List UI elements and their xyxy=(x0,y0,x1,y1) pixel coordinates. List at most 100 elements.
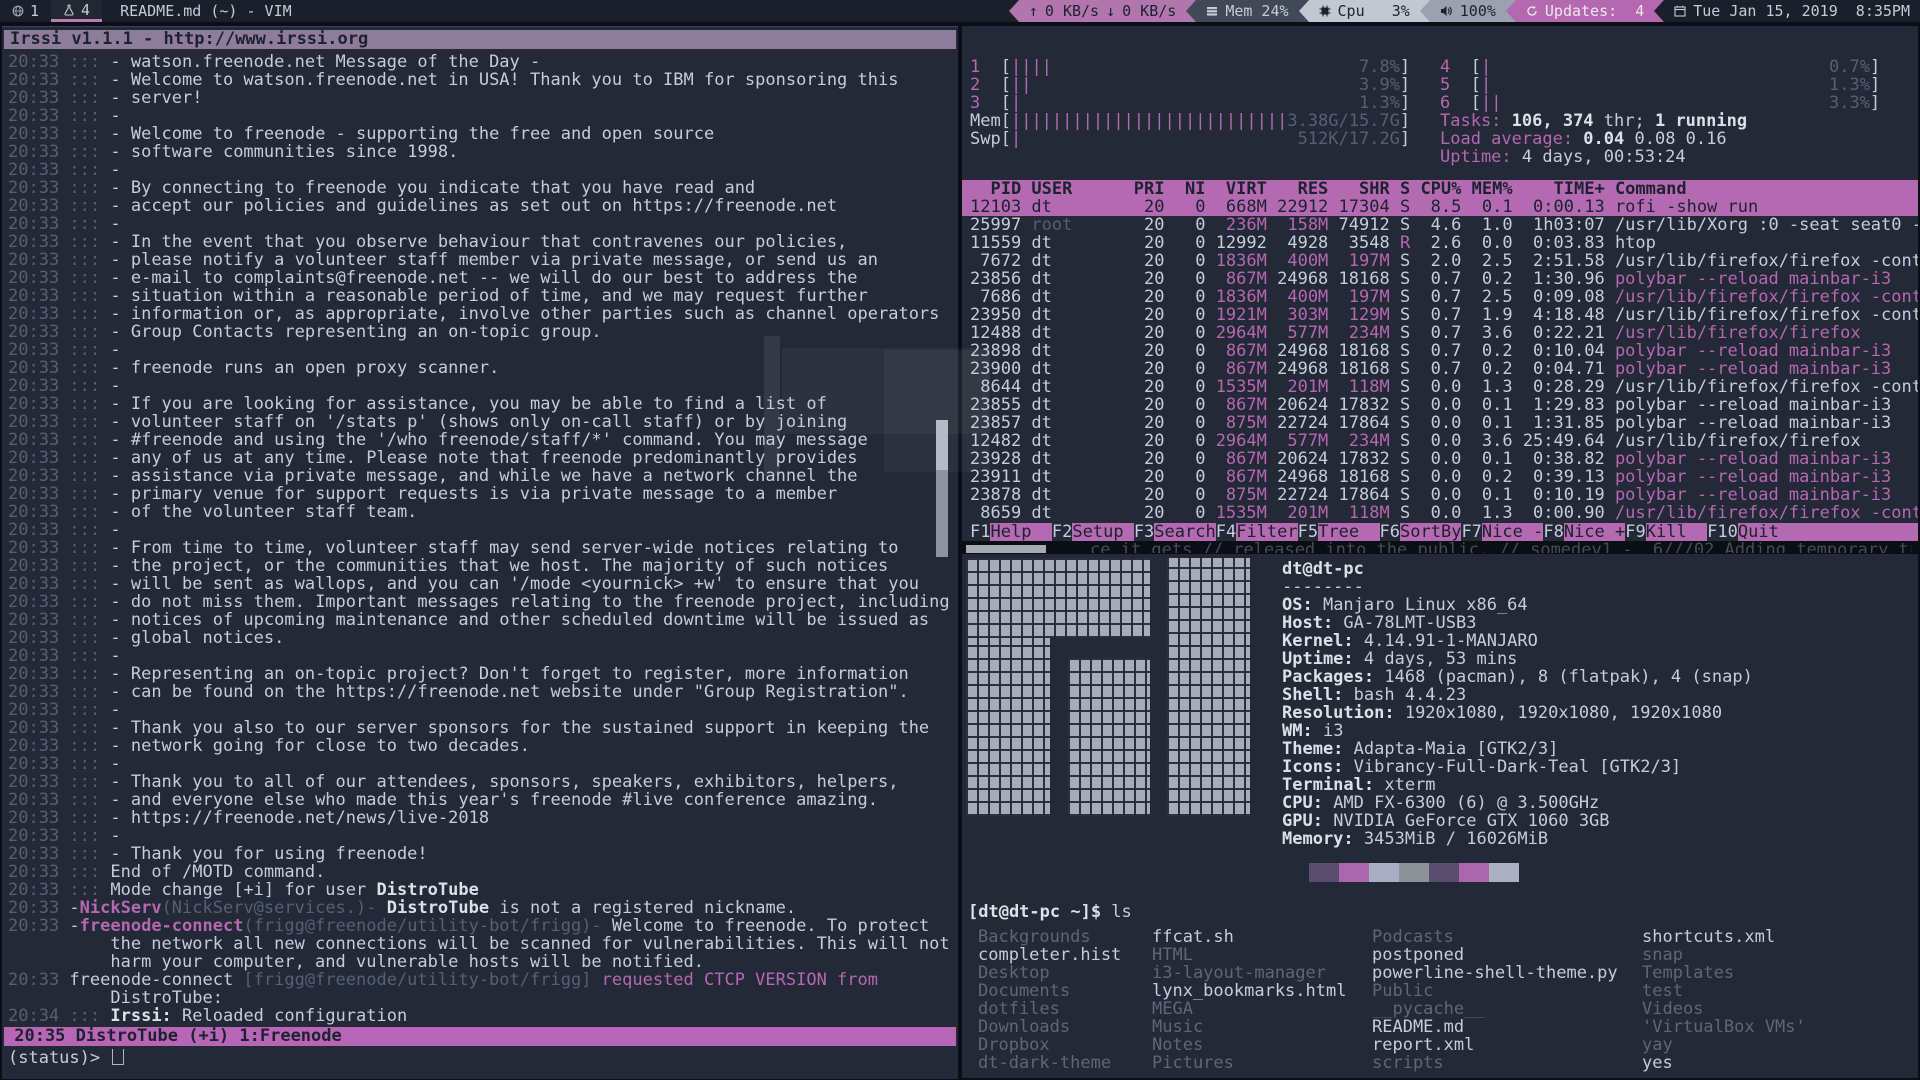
process-row[interactable]: 7686 dt 20 0 1836M 400M 197M S 0.7 2.5 0… xyxy=(962,288,1918,306)
shell-command: ls xyxy=(1101,903,1132,921)
process-row[interactable]: 8659 dt 20 0 1535M 201M 118M S 0.0 1.3 0… xyxy=(962,504,1918,522)
irc-line: 20:33 ::: - Thank you also to our server… xyxy=(8,719,954,737)
cpu-chip-icon xyxy=(1319,5,1331,17)
updates-count: Updates: 4 xyxy=(1545,2,1644,20)
irc-line: 20:33 freenode-connect [frigg@freenode/u… xyxy=(8,971,954,989)
palette-swatch xyxy=(1459,863,1489,882)
ls-entry-directory: dt-dark-theme xyxy=(978,1054,1121,1072)
irc-line: 20:33 ::: - If you are looking for assis… xyxy=(8,395,954,413)
neofetch-info-line: Shell: bash 4.4.23 xyxy=(1282,686,1753,704)
process-row[interactable]: 23857 dt 20 0 875M 22724 17864 S 0.0 0.1… xyxy=(962,414,1918,432)
ls-entry-directory: HTML xyxy=(1152,946,1346,964)
neofetch-terminal[interactable]: dt@dt-pc--------OS: Manjaro Linux x86_64… xyxy=(962,554,1918,1078)
fkey-nice-[interactable]: Nice + xyxy=(1564,523,1625,541)
process-row[interactable]: 7672 dt 20 0 1836M 400M 197M S 2.0 2.5 2… xyxy=(962,252,1918,270)
neofetch-info-line: Uptime: 4 days, 53 mins xyxy=(1282,650,1753,668)
process-table-header[interactable]: PID USER PRI NI VIRT RES SHR S CPU% MEM%… xyxy=(962,180,1918,198)
process-row[interactable]: 8644 dt 20 0 1535M 201M 118M S 0.0 1.3 0… xyxy=(962,378,1918,396)
ls-entry-file: ffcat.sh xyxy=(1152,928,1346,946)
irc-line: 20:33 ::: - https://freenode.net/news/li… xyxy=(8,809,954,827)
fkey-number: F8 xyxy=(1543,523,1563,541)
clock-module[interactable]: Tue Jan 15, 2019 8:35PM xyxy=(1664,0,1920,22)
neofetch-info-line: Theme: Adapta-Maia [GTK2/3] xyxy=(1282,740,1753,758)
process-row[interactable]: 23950 dt 20 0 1921M 303M 129M S 0.7 1.9 … xyxy=(962,306,1918,324)
tasks-summary: Tasks: 106, 374 thr; 1 running xyxy=(1440,112,1880,130)
neofetch-info-line: OS: Manjaro Linux x86_64 xyxy=(1282,596,1753,614)
flask-icon xyxy=(63,4,75,16)
fkey-setup[interactable]: Setup xyxy=(1072,523,1133,541)
irc-line: 20:33 ::: - Thank you to all of our atte… xyxy=(8,773,954,791)
palette-swatch xyxy=(1339,863,1369,882)
irc-line: 20:33 ::: - xyxy=(8,161,954,179)
process-row[interactable]: 25997 root 20 0 236M 158M 74912 S 4.6 1.… xyxy=(962,216,1918,234)
process-row[interactable]: 23855 dt 20 0 867M 20624 17832 S 0.0 0.1… xyxy=(962,396,1918,414)
neofetch-user-host: dt@dt-pc xyxy=(1282,560,1753,578)
irc-line: 20:33 -freenode-connect(frigg@freenode/u… xyxy=(8,917,954,935)
fkey-number: F5 xyxy=(1298,523,1318,541)
fkey-search[interactable]: Search xyxy=(1154,523,1215,541)
ls-entry-directory: Notes xyxy=(1152,1036,1346,1054)
background-window-ghost-text: ce it gets // released into the public, … xyxy=(1090,540,1912,553)
neofetch-info-line: WM: i3 xyxy=(1282,722,1753,740)
fkey-number: F6 xyxy=(1380,523,1400,541)
irssi-titlebar: Irssi v1.1.1 - http://www.irssi.org xyxy=(4,30,956,49)
ls-entry-directory: yay xyxy=(1642,1036,1806,1054)
ls-entry-directory: Backgrounds xyxy=(978,928,1121,946)
palette-swatch xyxy=(1489,863,1519,882)
process-row[interactable]: 23900 dt 20 0 867M 24968 18168 S 0.7 0.2… xyxy=(962,360,1918,378)
fkey-tree[interactable]: Tree xyxy=(1318,523,1379,541)
process-row[interactable]: 23878 dt 20 0 875M 22724 17864 S 0.0 0.1… xyxy=(962,486,1918,504)
fkey-help[interactable]: Help xyxy=(990,523,1051,541)
workspace-1[interactable]: 1 xyxy=(0,0,51,22)
irc-line: 20:33 ::: - information or, as appropria… xyxy=(8,305,954,323)
process-row[interactable]: 23898 dt 20 0 867M 24968 18168 S 0.7 0.2… xyxy=(962,342,1918,360)
palette-swatch xyxy=(1369,863,1399,882)
fkey-filter[interactable]: Filter xyxy=(1236,523,1297,541)
irc-line: 20:33 ::: - xyxy=(8,377,954,395)
irc-line: 20:33 ::: - xyxy=(8,107,954,125)
network-module[interactable]: ↑0 KB/s↓0 KB/s xyxy=(1019,0,1186,22)
process-row[interactable]: 11559 dt 20 0 12992 4928 3548 R 2.6 0.0 … xyxy=(962,234,1918,252)
irc-line: 20:33 ::: - xyxy=(8,215,954,233)
irc-line: 20:33 ::: - can be found on the https://… xyxy=(8,683,954,701)
fkey-nice-[interactable]: Nice - xyxy=(1482,523,1543,541)
irssi-input-line[interactable]: (status)> xyxy=(8,1049,124,1067)
memory-module[interactable]: Mem 24% xyxy=(1196,0,1298,22)
process-row[interactable]: 12103 dt 20 0 668M 22912 17304 S 8.5 0.1… xyxy=(962,198,1918,216)
fkey-number: F1 xyxy=(970,523,990,541)
cpu-usage: Cpu 3% xyxy=(1338,2,1410,20)
htop-terminal[interactable]: 1 [|||| 7.8%]2 [|| 3.9%]3 [| 1.3%]Mem[||… xyxy=(962,26,1918,541)
irc-line: 20:33 ::: - xyxy=(8,755,954,773)
irssi-terminal[interactable]: Irssi v1.1.1 - http://www.irssi.org 20:3… xyxy=(2,26,958,1079)
irc-line: 20:33 ::: - accept our policies and guid… xyxy=(8,197,954,215)
irc-line: 20:33 ::: - notices of upcoming maintena… xyxy=(8,611,954,629)
window-title: README.md (~) - VIM xyxy=(120,2,292,20)
process-row[interactable]: 23856 dt 20 0 867M 24968 18168 S 0.7 0.2… xyxy=(962,270,1918,288)
fkey-sortby[interactable]: SortBy xyxy=(1400,523,1461,541)
fkey-kill[interactable]: Kill xyxy=(1646,523,1707,541)
ls-entry-file: shortcuts.xml xyxy=(1642,928,1806,946)
process-row[interactable]: 12482 dt 20 0 2964M 577M 234M S 0.0 3.6 … xyxy=(962,432,1918,450)
separator xyxy=(1009,0,1019,22)
ls-entry-directory: Podcasts xyxy=(1372,928,1618,946)
volume-module[interactable]: 100% xyxy=(1430,0,1506,22)
process-header-row: PID USER PRI NI VIRT RES SHR S CPU% MEM%… xyxy=(970,180,1918,198)
meter: 6 [|| 3.3%] xyxy=(1440,94,1880,112)
workspace-4[interactable]: 4 xyxy=(51,0,102,22)
calendar-icon xyxy=(1674,5,1686,17)
process-row[interactable]: 23928 dt 20 0 867M 20624 17832 S 0.0 0.1… xyxy=(962,450,1918,468)
cpu-module[interactable]: Cpu 3% xyxy=(1309,0,1420,22)
neofetch-info-line: Host: GA-78LMT-USB3 xyxy=(1282,614,1753,632)
load-average: Load average: 0.04 0.08 0.16 xyxy=(1440,130,1880,148)
fkey-quit[interactable]: Quit xyxy=(1738,523,1918,541)
shell-prompt-line: [dt@dt-pc ~]$ ls xyxy=(968,903,1132,921)
memory-usage: Mem 24% xyxy=(1225,2,1288,20)
irc-line: 20:33 ::: - will be sent as wallops, and… xyxy=(8,575,954,593)
meter: 5 [| 1.3%] xyxy=(1440,76,1880,94)
updates-module[interactable]: Updates: 4 xyxy=(1516,0,1654,22)
ls-entry-directory: Music xyxy=(1152,1018,1346,1036)
process-row[interactable]: 12488 dt 20 0 2964M 577M 234M S 0.7 3.6 … xyxy=(962,324,1918,342)
process-row[interactable]: 23911 dt 20 0 867M 24968 18168 S 0.0 0.2… xyxy=(962,468,1918,486)
workspace-4-label: 4 xyxy=(81,1,90,19)
workspace-1-label: 1 xyxy=(30,2,39,20)
